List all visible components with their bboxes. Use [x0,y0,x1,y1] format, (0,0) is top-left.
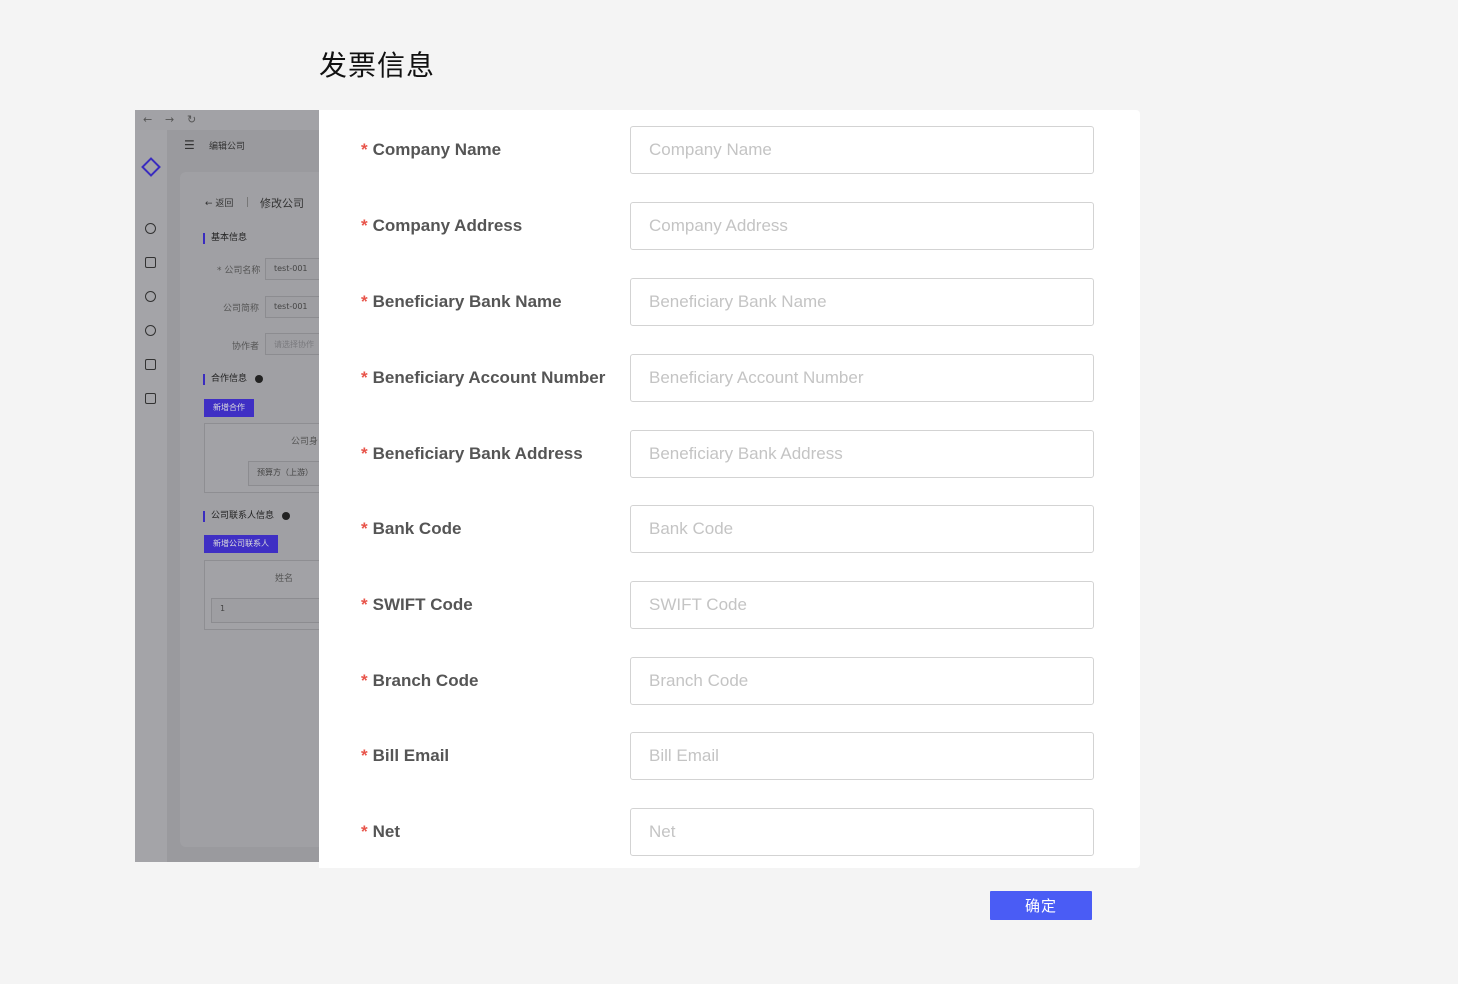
section-contacts: 公司联系人信息 [203,511,291,522]
form-row-beneficiary-account-number: * Beneficiary Account Number [319,354,1140,402]
beneficiary-account-number-label: * Beneficiary Account Number [361,368,606,387]
beneficiary-account-number-input[interactable] [630,354,1094,402]
section-cooperation: 合作信息 [203,374,264,385]
form-row-beneficiary-bank-address: * Beneficiary Bank Address [319,430,1140,478]
confirm-button[interactable]: 确定 [990,891,1092,920]
app-logo-icon [141,157,161,177]
breadcrumb-title: 修改公司 [260,197,304,210]
contacts-table: 姓名 1 [204,560,325,630]
required-mark: * [361,519,368,538]
breadcrumb-divider [247,197,248,207]
form-row-bill-email: * Bill Email [319,732,1140,780]
bill-email-label: * Bill Email [361,746,450,765]
sidebar-finance-icon [145,325,156,336]
info-icon [282,511,291,520]
background-app: ← → ↻ ☰ 编辑公司 ← 返回 修改公司 基本信息 * 公司名称 test-… [135,110,325,862]
net-label: * Net [361,822,401,841]
browser-toolbar: ← → ↻ [135,110,325,130]
form-row-company-name: * Company Name [319,126,1140,174]
forward-arrow-icon: → [165,113,175,126]
required-mark: * [361,368,368,387]
swift-code-label: * SWIFT Code [361,595,473,614]
form-row-branch-code: * Branch Code [319,657,1140,705]
company-address-label: * Company Address [361,216,523,235]
sidebar-currency-icon [145,291,156,302]
collaborator-label: 协作者 [232,342,260,352]
page-title: 发票信息 [319,49,436,82]
app-sidebar [135,130,167,862]
branch-code-input[interactable] [630,657,1094,705]
branch-code-label: * Branch Code [361,671,479,690]
coop-table-header: 公司身 [291,437,319,447]
section-basic-info: 基本信息 [203,233,247,244]
back-arrow-icon: ← [143,113,153,126]
beneficiary-bank-name-input[interactable] [630,278,1094,326]
beneficiary-bank-address-label: * Beneficiary Bank Address [361,444,583,463]
company-name-label: * 公司名称 [217,266,261,276]
required-mark: * [361,746,368,765]
coop-table-cell: 预算方（上游） [248,461,325,486]
sidebar-clipboard-icon [145,393,156,404]
company-name-input[interactable] [630,126,1094,174]
company-short-input: test-001 [265,296,325,318]
beneficiary-bank-address-input[interactable] [630,430,1094,478]
section-contacts-label: 公司联系人信息 [211,511,275,521]
net-input[interactable] [630,808,1094,856]
sidebar-yen-icon [145,359,156,370]
collaborator-select: 请选择协作 [265,333,325,355]
form-row-swift-code: * SWIFT Code [319,581,1140,629]
add-contact-button: 新增公司联系人 [204,535,278,553]
form-row-bank-code: * Bank Code [319,505,1140,553]
bank-code-label: * Bank Code [361,519,462,538]
sidebar-coins-icon [145,223,156,234]
invoice-form-panel: *Company Name *Company Address *Benefici… [319,110,1140,868]
form-row-beneficiary-bank-name: * Beneficiary Bank Name [319,278,1140,326]
required-mark: * [361,822,368,841]
menu-toggle-icon: ☰ [184,138,195,152]
back-link: ← 返回 [205,199,234,209]
required-mark: * [361,595,368,614]
info-icon [255,374,264,383]
company-name-input: test-001 [265,258,325,280]
add-cooperation-button: 新增合作 [204,399,254,417]
beneficiary-bank-name-label: * Beneficiary Bank Name [361,292,562,311]
company-address-input[interactable] [630,202,1094,250]
required-mark: * [361,216,368,235]
required-mark: * [361,444,368,463]
contact-table-cell: 1 [211,598,325,623]
section-cooperation-label: 合作信息 [211,374,248,384]
required-mark: * [361,671,368,690]
reload-icon: ↻ [187,113,197,126]
cooperation-table: 公司身 预算方（上游） [204,423,325,493]
required-mark: * [361,140,368,159]
form-row-net: * Net [319,808,1140,856]
swift-code-input[interactable] [630,581,1094,629]
header-title: 编辑公司 [209,142,246,152]
company-short-label: 公司简称 [223,304,260,314]
bill-email-input[interactable] [630,732,1094,780]
sidebar-building-icon [145,257,156,268]
contact-table-header: 姓名 [275,574,294,584]
bank-code-input[interactable] [630,505,1094,553]
company-name-label: * Company Name [361,140,502,159]
required-mark: * [361,292,368,311]
form-row-company-address: * Company Address [319,202,1140,250]
